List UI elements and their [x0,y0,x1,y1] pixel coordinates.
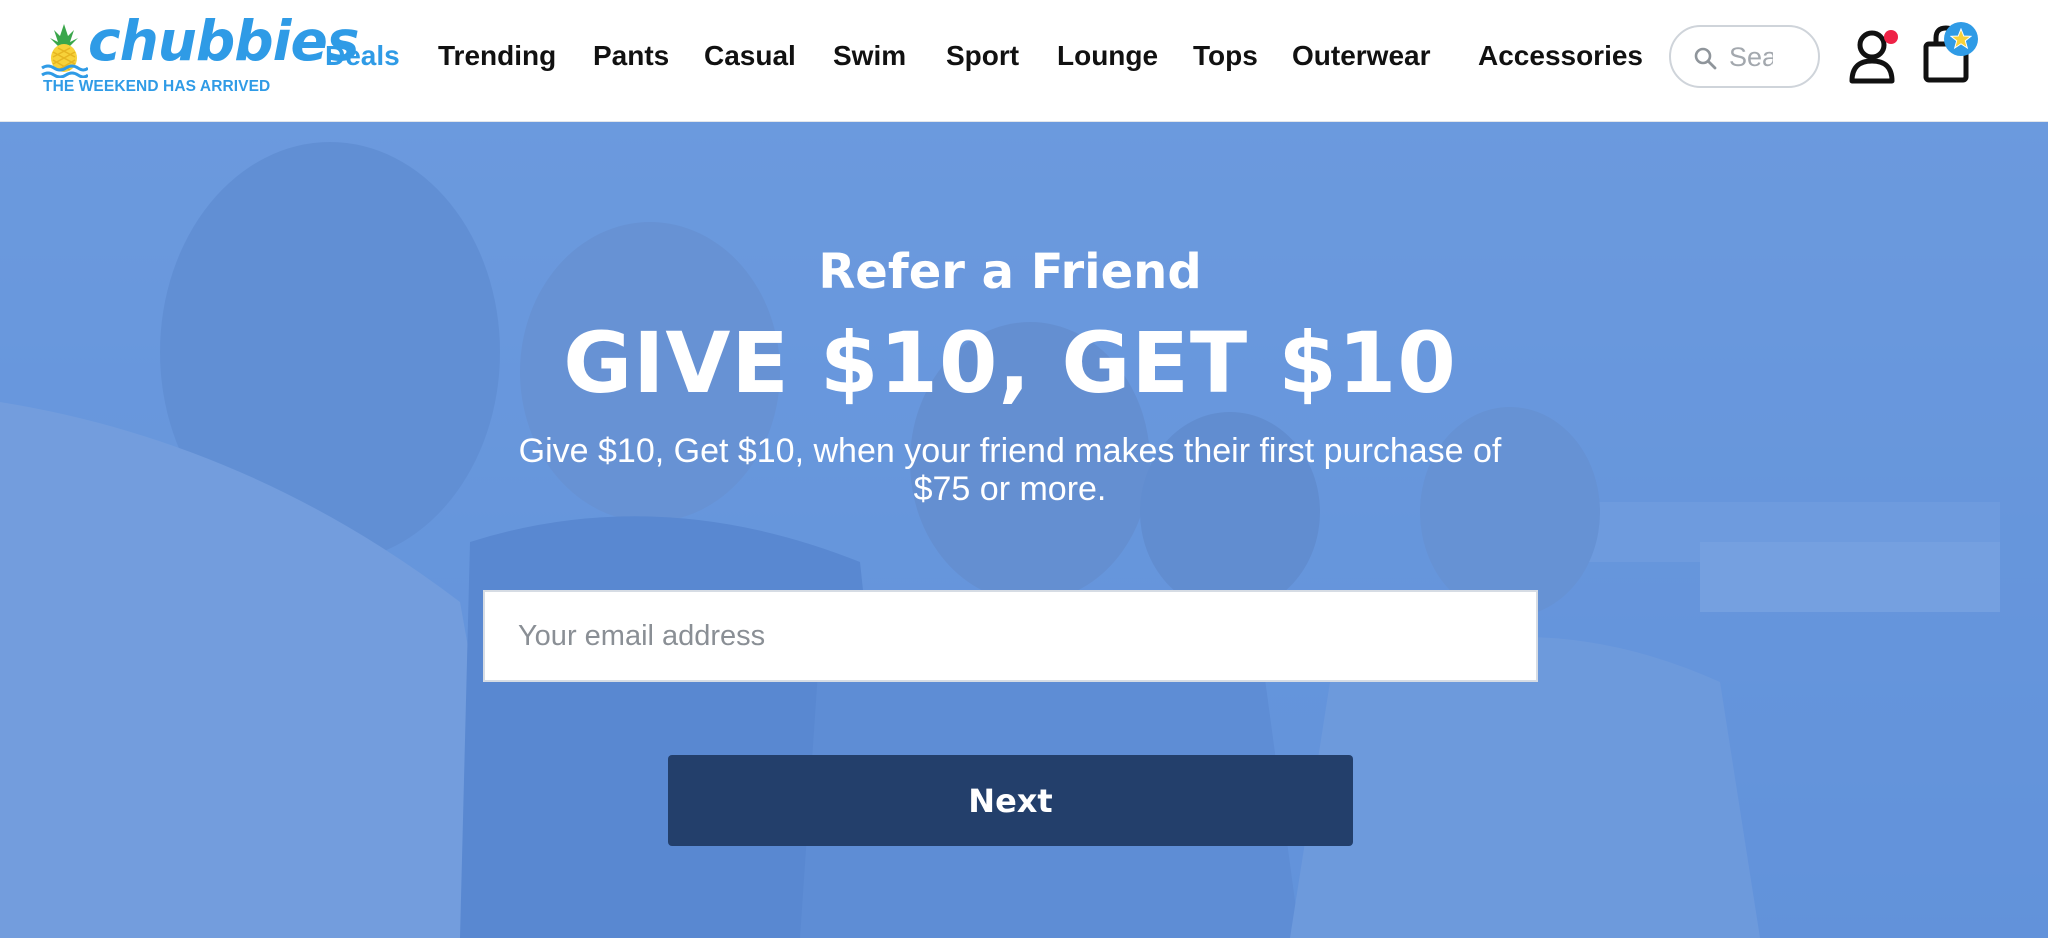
site-header: chubbies THE WEEKEND HAS ARRIVED Deals T… [0,0,2048,122]
nav-item-accessories[interactable]: Accessories [1478,38,1643,74]
account-button[interactable] [1848,28,1900,84]
offer-headline: GIVE $10, GET $10 [563,314,1457,412]
nav-item-pants[interactable]: Pants [593,38,669,74]
refer-friend-hero: Refer a Friend GIVE $10, GET $10 Give $1… [0,122,2048,938]
nav-item-outerwear[interactable]: Outerwear [1292,38,1431,74]
pineapple-icon [41,24,88,78]
nav-item-deals[interactable]: Deals [325,38,400,74]
refer-eyebrow: Refer a Friend [818,244,1202,300]
nav-item-tops[interactable]: Tops [1193,38,1258,74]
notification-dot [1884,30,1898,44]
search-input[interactable] [1729,37,1773,77]
nav-item-casual[interactable]: Casual [704,38,796,74]
chubbies-logo[interactable]: chubbies THE WEEKEND HAS ARRIVED [40,14,360,100]
cart-badge [1944,22,1978,56]
search-box[interactable] [1669,25,1820,88]
offer-description: Give $10, Get $10, when your friend make… [518,432,1502,508]
email-field[interactable] [483,590,1538,682]
logo-wordmark: chubbies [88,9,360,73]
nav-item-lounge[interactable]: Lounge [1057,38,1158,74]
search-icon[interactable] [1693,46,1717,70]
nav-item-sport[interactable]: Sport [946,38,1019,74]
star-icon [1950,28,1972,50]
next-button[interactable]: Next [668,755,1353,846]
nav-item-trending[interactable]: Trending [438,38,556,74]
nav-item-swim[interactable]: Swim [833,38,906,74]
cart-button[interactable] [1922,22,1982,84]
logo-tagline: THE WEEKEND HAS ARRIVED [43,78,271,95]
